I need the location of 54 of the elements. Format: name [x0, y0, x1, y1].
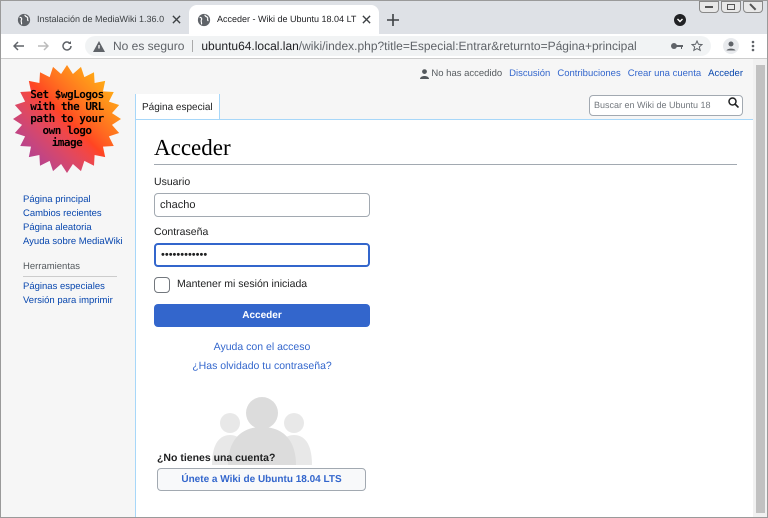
sidebar-link[interactable]: Página aleatoria: [23, 221, 135, 234]
url-path: /wiki/index.php?title=Especial:Entrar&returnto=Página+principal: [298, 39, 637, 53]
browser-tab[interactable]: Instalación de MediaWiki 1.36.0: [9, 5, 189, 34]
sidebar-link[interactable]: Páginas especiales: [23, 280, 135, 294]
sidebar-link[interactable]: Versión para imprimir: [23, 294, 135, 308]
help-link[interactable]: Ayuda con el acceso: [214, 340, 310, 354]
help-link[interactable]: ¿Has olvidado tu contraseña?: [192, 360, 332, 372]
page-heading: Acceder: [154, 134, 737, 165]
tab-title: Acceder - Wiki de Ubuntu 18.04 LT: [217, 12, 356, 26]
input-field[interactable]: ••••••••••••: [154, 242, 370, 266]
page-tab[interactable]: Página especial: [135, 94, 220, 120]
minimize-button[interactable]: [699, 1, 719, 13]
personal-link[interactable]: Discusión: [509, 67, 550, 82]
user-icon: [420, 69, 430, 80]
restore-button[interactable]: [721, 1, 741, 13]
input-field[interactable]: chacho: [154, 192, 370, 217]
close-icon[interactable]: [362, 15, 372, 24]
search-icon[interactable]: [728, 97, 739, 108]
signup-button[interactable]: Únete a Wiki de Ubuntu 18.04 LTS: [157, 468, 366, 492]
personal-link[interactable]: Acceder: [708, 67, 743, 82]
checkbox-label: Mantener mi sesión iniciada: [177, 276, 308, 292]
checkbox[interactable]: [154, 276, 170, 292]
globe-icon: [197, 12, 211, 26]
sidebar-link[interactable]: Página principal: [23, 193, 135, 206]
security-label: No es seguro: [113, 38, 184, 55]
address-bar[interactable]: No es seguro ubuntu64.local.lan/wiki/index.php?title=Especial:Entrar&returnto=Página+principal: [85, 36, 711, 56]
url-host: ubuntu64.local.lan: [201, 39, 299, 53]
personal-link[interactable]: Contribuciones: [557, 67, 621, 82]
scrollbar[interactable]: [753, 59, 767, 517]
login-status: No has accedido: [431, 67, 502, 81]
new-tab-icon[interactable]: [387, 14, 400, 26]
globe-icon: [17, 12, 31, 26]
warning-icon: [93, 40, 105, 52]
signup-prompt: ¿No tienes una cuenta?: [156, 450, 276, 466]
field-label: Usuario: [154, 175, 192, 190]
field-label: Contraseña: [154, 224, 210, 240]
sidebar-link[interactable]: Cambios recientes: [23, 207, 135, 220]
star-icon[interactable]: [691, 40, 703, 52]
personal-link[interactable]: Crear una cuenta: [628, 67, 702, 82]
tab-search-icon[interactable]: [674, 14, 686, 26]
menu-icon[interactable]: [751, 40, 755, 52]
browser-tab[interactable]: Acceder - Wiki de Ubuntu 18.04 LT: [189, 5, 380, 34]
sidebar-link[interactable]: Ayuda sobre MediaWiki: [23, 235, 135, 248]
logo[interactable]: Set $wgLogos with the URL path to your own logo image: [13, 65, 121, 173]
reload-icon[interactable]: [61, 40, 73, 52]
sidebar-heading: Herramientas: [23, 260, 117, 278]
back-arrow-icon[interactable]: [13, 40, 25, 52]
submit-button[interactable]: Acceder: [154, 304, 370, 326]
tab-title: Instalación de MediaWiki 1.36.0: [37, 12, 166, 26]
key-icon[interactable]: [671, 42, 683, 50]
close-icon[interactable]: [172, 15, 181, 24]
close-button[interactable]: [743, 1, 763, 13]
profile-icon[interactable]: [723, 38, 739, 54]
search-field[interactable]: Buscar en Wiki de Ubuntu 18: [589, 94, 743, 116]
